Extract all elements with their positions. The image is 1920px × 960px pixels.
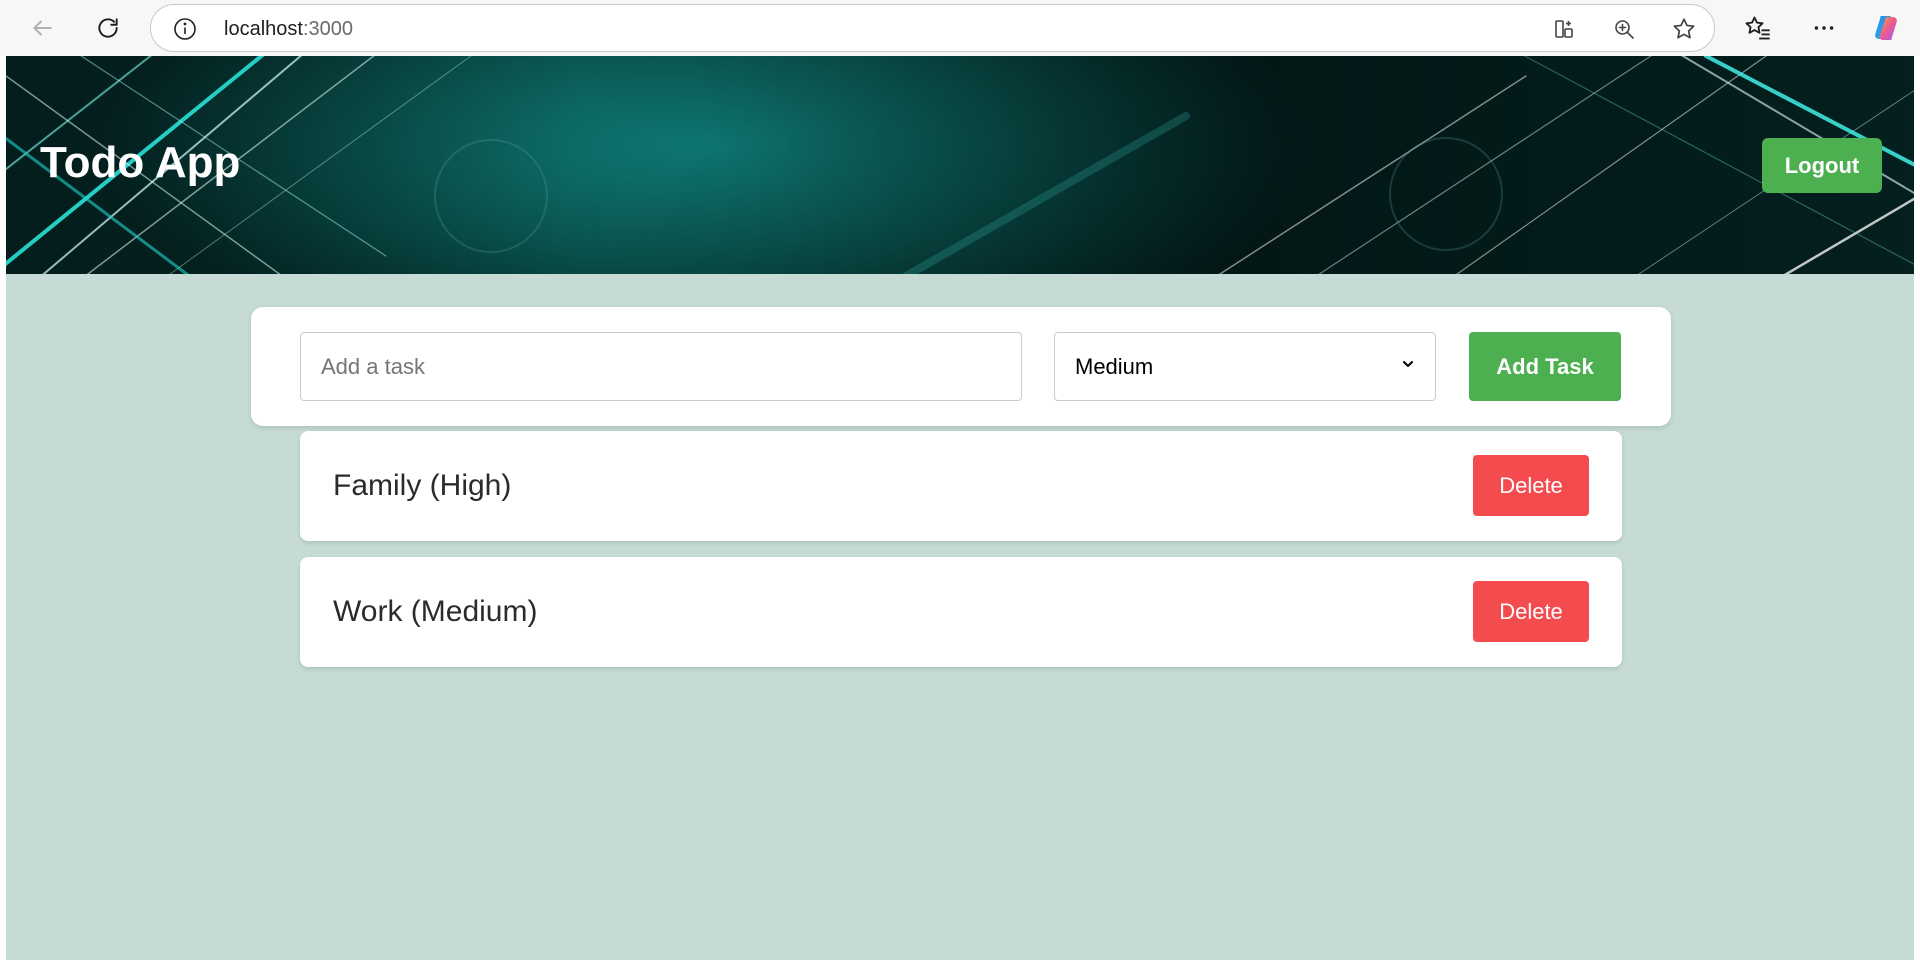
more-icon[interactable]	[1804, 8, 1844, 48]
task-label: Work (Medium)	[333, 595, 538, 628]
delete-button[interactable]: Delete	[1473, 455, 1589, 516]
star-icon[interactable]	[1664, 9, 1704, 49]
back-arrow-icon[interactable]	[22, 8, 62, 48]
add-task-button[interactable]: Add Task	[1469, 332, 1621, 401]
reload-icon[interactable]	[88, 8, 128, 48]
page-title: Todo App	[40, 138, 241, 187]
task-item: Family (High) Delete	[300, 431, 1622, 541]
split-screen-icon[interactable]	[1544, 9, 1584, 49]
info-icon[interactable]	[173, 17, 197, 41]
chevron-down-icon	[1401, 357, 1415, 376]
zoom-icon[interactable]	[1604, 9, 1644, 49]
copilot-icon[interactable]	[1866, 8, 1906, 48]
delete-button[interactable]: Delete	[1473, 581, 1589, 642]
task-list: Family (High) Delete Work (Medium) Delet…	[300, 431, 1622, 683]
page-viewport: Todo App Logout Medium Add Task Family (…	[6, 56, 1914, 960]
address-bar[interactable]: localhost:3000	[150, 4, 1715, 52]
priority-select[interactable]: Medium	[1054, 332, 1436, 401]
url-port: :3000	[302, 18, 353, 40]
url-text: localhost:3000	[224, 18, 353, 40]
task-item: Work (Medium) Delete	[300, 557, 1622, 667]
url-host: localhost	[224, 18, 303, 40]
task-input[interactable]	[300, 332, 1022, 401]
add-task-form: Medium Add Task	[251, 307, 1671, 426]
task-label: Family (High)	[333, 469, 512, 502]
header-banner: Todo App Logout	[6, 56, 1914, 274]
logout-button[interactable]: Logout	[1762, 138, 1882, 193]
priority-selected-value: Medium	[1075, 353, 1154, 379]
favorites-icon[interactable]	[1738, 8, 1778, 48]
banner-background-lines	[6, 56, 1914, 274]
browser-toolbar: localhost:3000	[0, 0, 1920, 56]
